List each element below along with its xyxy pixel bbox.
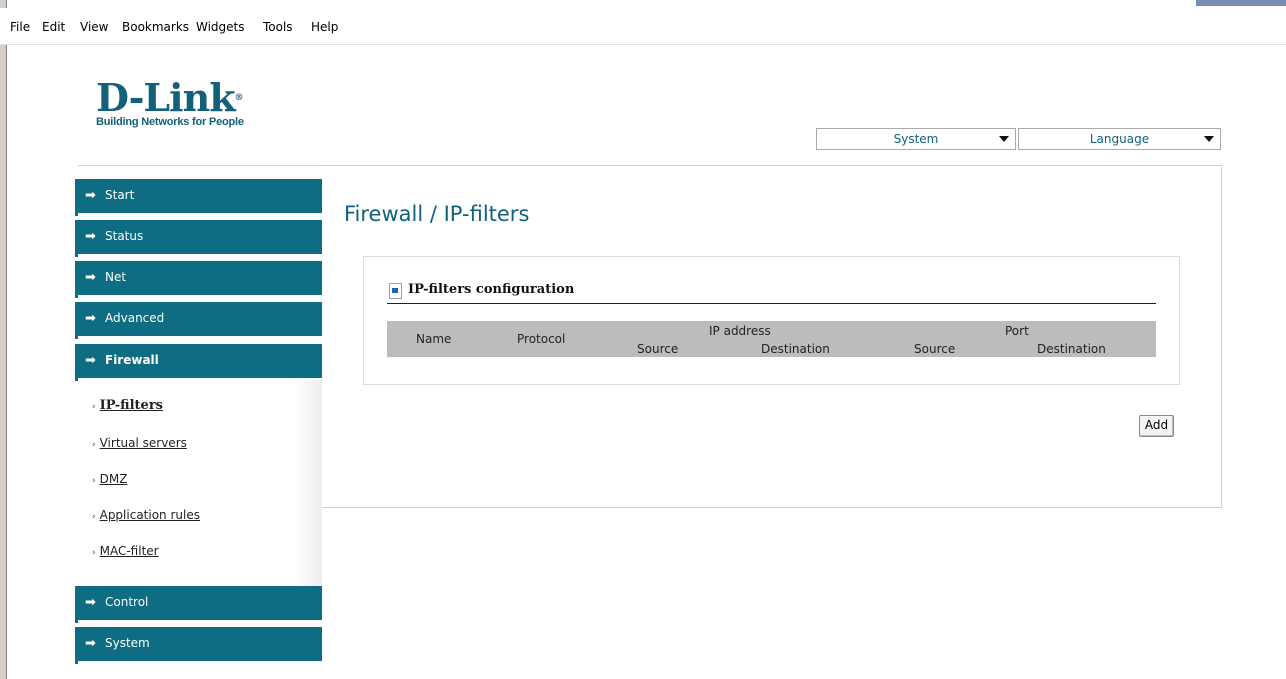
submenu-item-application-rules[interactable]: › Application rules (92, 508, 200, 522)
nav-item-label: Start (105, 188, 135, 202)
submenu-link[interactable]: Application rules (100, 508, 200, 522)
bullet-icon: › (92, 548, 96, 558)
chevron-down-icon (999, 136, 1009, 142)
language-select-value: Language (1089, 132, 1150, 146)
nav-item-net[interactable]: ➡ Net (75, 261, 322, 298)
menu-view[interactable]: View (80, 20, 108, 34)
col-port-destination: Destination (1037, 342, 1106, 356)
add-button[interactable]: Add (1139, 415, 1174, 437)
nav-item-start[interactable]: ➡ Start (75, 179, 322, 216)
arrow-right-icon: ➡ (85, 270, 96, 285)
arrow-right-icon: ➡ (85, 188, 96, 203)
dlink-logo: D-Link® Building Networks for People (96, 75, 244, 129)
col-ip-source: Source (637, 342, 679, 356)
section-title: IP-filters configuration (408, 282, 575, 297)
nav-divider (78, 165, 322, 166)
document-arrow-icon (389, 283, 402, 299)
menu-tools[interactable]: Tools (263, 20, 293, 34)
col-ip-address: IP address (709, 324, 771, 338)
nav-item-label: Control (105, 595, 149, 609)
bullet-icon: › (92, 476, 96, 486)
nav-item-system[interactable]: ➡ System (75, 627, 322, 664)
submenu-link[interactable]: Virtual servers (100, 436, 187, 450)
arrow-right-icon: ➡ (85, 595, 96, 610)
nav-item-label: Firewall (105, 353, 159, 367)
menu-edit[interactable]: Edit (42, 20, 65, 34)
menu-bar: File Edit View Bookmarks Widgets Tools H… (0, 8, 1286, 45)
arrow-right-icon: ➡ (85, 353, 96, 368)
system-select-value: System (893, 132, 939, 146)
arrow-right-icon: ➡ (85, 636, 96, 651)
submenu-item-dmz[interactable]: › DMZ (92, 472, 127, 486)
nav-item-status[interactable]: ➡ Status (75, 220, 322, 257)
nav-item-firewall[interactable]: ➡ Firewall (75, 344, 322, 381)
nav-item-advanced[interactable]: ➡ Advanced (75, 302, 322, 339)
col-ip-destination: Destination (761, 342, 830, 356)
submenu-link[interactable]: IP-filters (100, 398, 163, 413)
page-title: Firewall / IP-filters (344, 202, 530, 226)
language-select[interactable]: Language (1018, 128, 1221, 150)
table-header: Name Protocol IP address Source Destinat… (387, 321, 1156, 357)
system-select[interactable]: System (816, 128, 1016, 150)
col-protocol: Protocol (517, 332, 566, 346)
submenu-link[interactable]: DMZ (100, 472, 128, 486)
menu-widgets[interactable]: Widgets (196, 20, 245, 34)
submenu-item-ip-filters[interactable]: › IP-filters (92, 398, 163, 413)
nav-item-label: Status (105, 229, 144, 243)
col-name: Name (416, 332, 452, 346)
nav-item-label: Net (105, 270, 127, 284)
bullet-icon: › (92, 402, 96, 412)
section-divider (387, 303, 1156, 304)
submenu-link[interactable]: MAC-filter (100, 544, 159, 558)
col-port-source: Source (914, 342, 956, 356)
logo-registered: ® (234, 93, 244, 103)
window-frame-left (0, 0, 7, 679)
arrow-right-icon: ➡ (85, 311, 96, 326)
logo-tagline: Building Networks for People (96, 116, 244, 128)
nav-item-label: System (105, 636, 150, 650)
logo-brand: D-Link (96, 75, 236, 120)
submenu-item-mac-filter[interactable]: › MAC-filter (92, 544, 159, 558)
menu-file[interactable]: File (10, 20, 30, 34)
nav-item-label: Advanced (105, 311, 165, 325)
menu-bookmarks[interactable]: Bookmarks (122, 20, 189, 34)
arrow-right-icon: ➡ (85, 229, 96, 244)
menu-help[interactable]: Help (311, 20, 338, 34)
bullet-icon: › (92, 512, 96, 522)
submenu-item-virtual-servers[interactable]: › Virtual servers (92, 436, 187, 450)
col-port: Port (1005, 324, 1029, 338)
bullet-icon: › (92, 440, 96, 450)
window-controls (1196, 0, 1286, 6)
chevron-down-icon (1204, 136, 1214, 142)
nav-item-control[interactable]: ➡ Control (75, 586, 322, 623)
